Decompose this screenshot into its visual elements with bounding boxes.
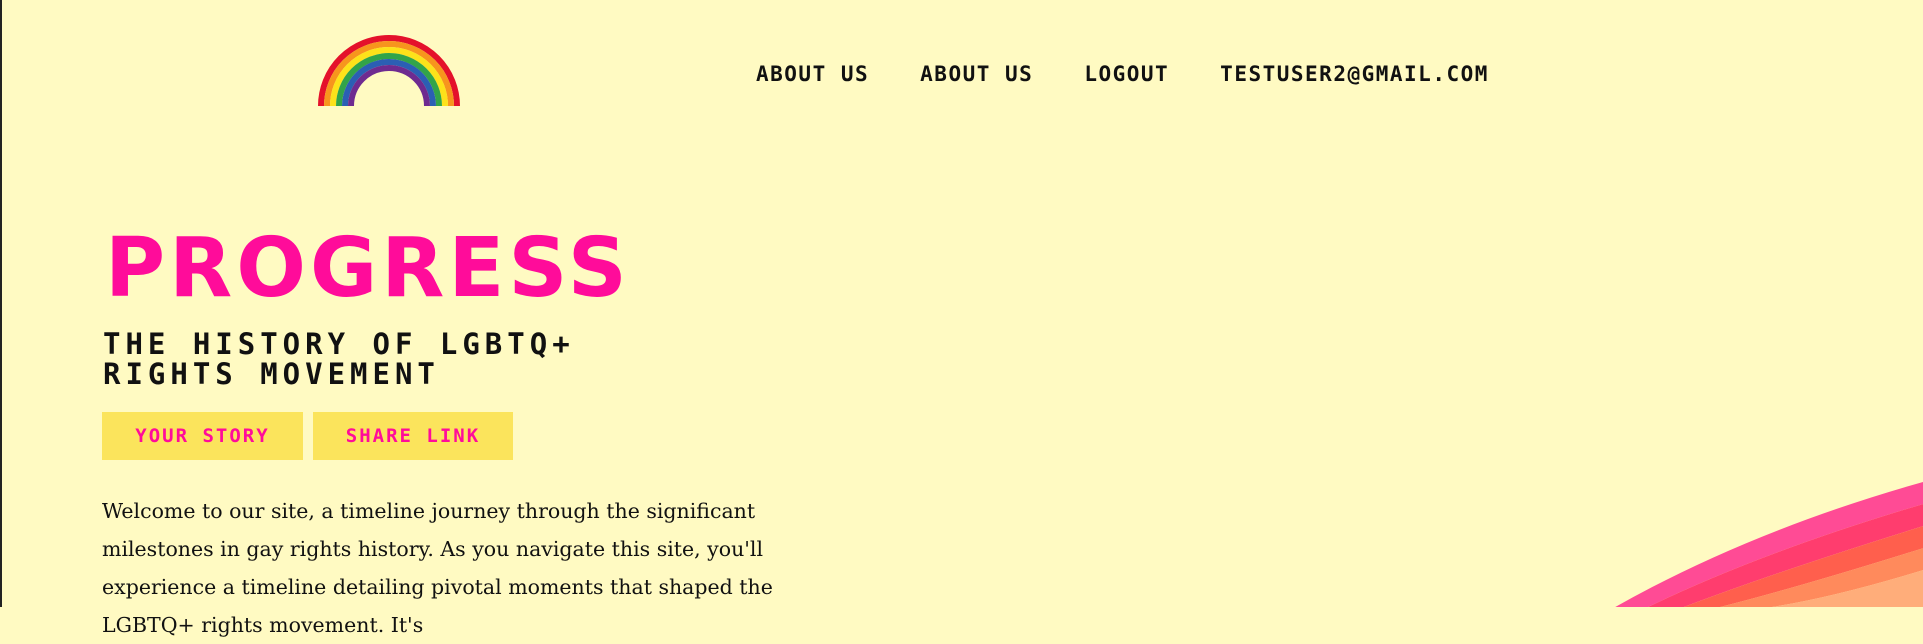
main-nav: ABOUT US ABOUT US LOGOUT TESTUSER2@GMAIL… [756,62,1489,86]
nav-about-us-link[interactable]: ABOUT US [756,62,869,86]
your-story-button[interactable]: YOUR STORY [102,412,303,460]
intro-paragraph: Welcome to our site, a timeline journey … [102,499,773,637]
rainbow-swoosh-decoration [1615,481,1923,607]
hero-subtitle-line-2: RIGHTS MOVEMENT [103,357,440,391]
window-left-border [0,0,2,607]
share-link-button[interactable]: SHARE LINK [313,412,513,460]
nav-about-us-link-2[interactable]: ABOUT US [920,62,1033,86]
rainbow-icon[interactable] [318,34,460,108]
hero-title: PROGRESS [105,221,631,316]
hero-subtitle: THE HISTORY OF LGBTQ+ RIGHTS MOVEMENT [103,329,663,389]
hero-subtitle-line-1: THE HISTORY OF LGBTQ+ [103,327,575,361]
nav-user-email[interactable]: TESTUSER2@GMAIL.COM [1220,62,1489,86]
nav-logout-link[interactable]: LOGOUT [1084,62,1169,86]
